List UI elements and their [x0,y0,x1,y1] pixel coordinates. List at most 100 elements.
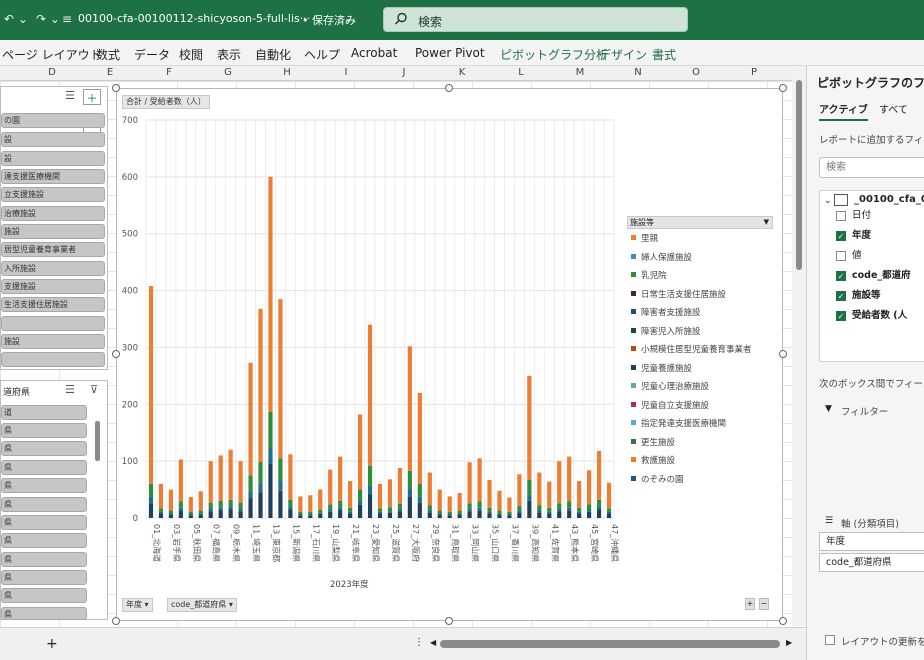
field-item[interactable]: ✓ 施設等 [836,289,881,303]
bar-segment[interactable] [527,479,532,495]
column-header[interactable]: F [159,67,179,78]
tab-review[interactable]: 校閲 [179,46,203,63]
slicer-item[interactable]: 県 [1,441,87,456]
bar-segment[interactable] [387,479,393,508]
field-item[interactable]: ✓ 受給者数 (人 [836,309,907,323]
slicer-item[interactable]: 施設 [1,224,105,239]
bar-segment[interactable] [487,507,492,512]
bar-segment[interactable] [188,514,193,516]
undo-icon[interactable]: ↶ ⌄ [4,12,28,26]
field-checkbox[interactable] [836,211,846,221]
slicer-item[interactable]: 県 [1,607,87,620]
bar-segment[interactable] [587,504,592,510]
bar-segment[interactable] [577,507,582,512]
bar-segment[interactable] [497,514,502,518]
bar-segment[interactable] [517,512,522,518]
bar-segment[interactable] [238,508,243,512]
slicer-item[interactable]: 県 [1,533,87,548]
bar-segment[interactable] [367,324,373,466]
bar-segment[interactable] [577,513,582,518]
bar-segment[interactable] [218,510,223,518]
slicer-item[interactable]: 道 [1,405,87,420]
bar-segment[interactable] [527,494,532,501]
bar-segment[interactable] [278,490,283,518]
bar-segment[interactable] [178,507,183,511]
column-header[interactable]: N [628,67,648,78]
legend-field-button[interactable]: 施設等 ▼ [627,216,773,229]
slicer-item[interactable]: 居型児童養育事業者 [1,242,105,257]
bar-segment[interactable] [477,501,482,508]
bar-segment[interactable] [357,504,363,518]
bar-segment[interactable] [208,511,213,518]
column-header[interactable]: D [42,67,62,78]
bar-segment[interactable] [178,459,183,502]
bar-segment[interactable] [188,515,193,518]
bar-segment[interactable] [298,515,303,518]
slicer-item[interactable] [1,352,105,367]
chevron-down-icon[interactable]: ⌄ [344,12,353,25]
bar-segment[interactable] [148,483,154,497]
bar-segment[interactable] [537,510,542,513]
slicer-item[interactable]: 施設 [1,334,105,349]
bar-segment[interactable] [168,489,173,511]
redo-icon[interactable]: ↷ ⌄ [36,12,60,26]
bar-segment[interactable] [308,495,313,512]
bar-segment[interactable] [238,461,243,503]
bar-segment[interactable] [188,511,193,515]
bar-segment[interactable] [567,510,572,518]
scroll-left-icon[interactable]: ◀ [430,638,436,647]
slicer-facility[interactable]: ☰ ＋ ✎ の園 設 設 達支援医療機関 立支援施設 治療施設 施設 居型児童養… [0,86,108,370]
slicer-item[interactable]: 立支援施設 [1,187,105,202]
bar-segment[interactable] [228,506,233,510]
bar-segment[interactable] [437,513,442,515]
clear-filter-icon[interactable]: ⊽ [85,383,103,399]
field-checkbox[interactable]: ✓ [836,271,846,281]
bar-segment[interactable] [148,286,154,484]
bar-segment[interactable] [298,514,303,516]
bar-segment[interactable] [278,299,283,459]
bar-segment[interactable] [248,498,253,518]
bar-segment[interactable] [318,514,323,518]
tab-pivotchart-analyze[interactable]: ピボットグラフ分析 [500,46,608,63]
bar-segment[interactable] [188,496,193,512]
bar-segment[interactable] [348,481,353,508]
tab-power-pivot[interactable]: Power Pivot [415,46,485,60]
slicer-item[interactable]: 県 [1,588,87,603]
bar-segment[interactable] [198,510,203,514]
tab-view[interactable]: 表示 [217,46,241,63]
bar-segment[interactable] [148,517,154,518]
field-item[interactable]: ✓ code_都道府 [836,269,911,283]
bar-segment[interactable] [248,475,253,492]
bar-segment[interactable] [507,497,512,512]
tab-active[interactable]: アクティブ [819,101,868,121]
bar-segment[interactable] [338,507,343,511]
bar-segment[interactable] [606,513,612,518]
field-checkbox[interactable] [836,251,846,261]
bar-segment[interactable] [218,507,223,511]
bar-segment[interactable] [477,510,482,518]
column-header[interactable]: I [336,67,356,78]
value-field-button[interactable]: 合計 / 受給者数（人） [122,95,210,109]
column-header[interactable]: E [100,67,120,78]
bar-segment[interactable] [348,507,353,512]
axis-field-year[interactable]: 年度 [819,532,924,551]
column-header[interactable]: K [452,67,472,78]
bar-segment[interactable] [367,465,373,486]
column-header[interactable]: L [511,67,531,78]
tab-page-layout[interactable]: ページ レイアウト [2,46,102,63]
bar-segment[interactable] [407,488,412,497]
tab-formulas[interactable]: 数式 [96,46,120,63]
slicer-item[interactable]: の園 [1,113,105,128]
bar-segment[interactable] [268,463,273,518]
bar-segment[interactable] [596,499,602,507]
field-checkbox[interactable]: ✓ [836,311,846,321]
bar-segment[interactable] [547,481,552,508]
bar-segment[interactable] [258,461,263,484]
bar-segment[interactable] [338,510,343,518]
bar-segment[interactable] [437,514,442,518]
tab-design[interactable]: デザイン [599,46,647,63]
bar-segment[interactable] [517,506,522,511]
bar-segment[interactable] [377,511,383,514]
file-name[interactable]: 00100-cfa-00100112-shicyoson-5-full-lis·… [78,12,310,25]
bar-segment[interactable] [158,513,164,518]
